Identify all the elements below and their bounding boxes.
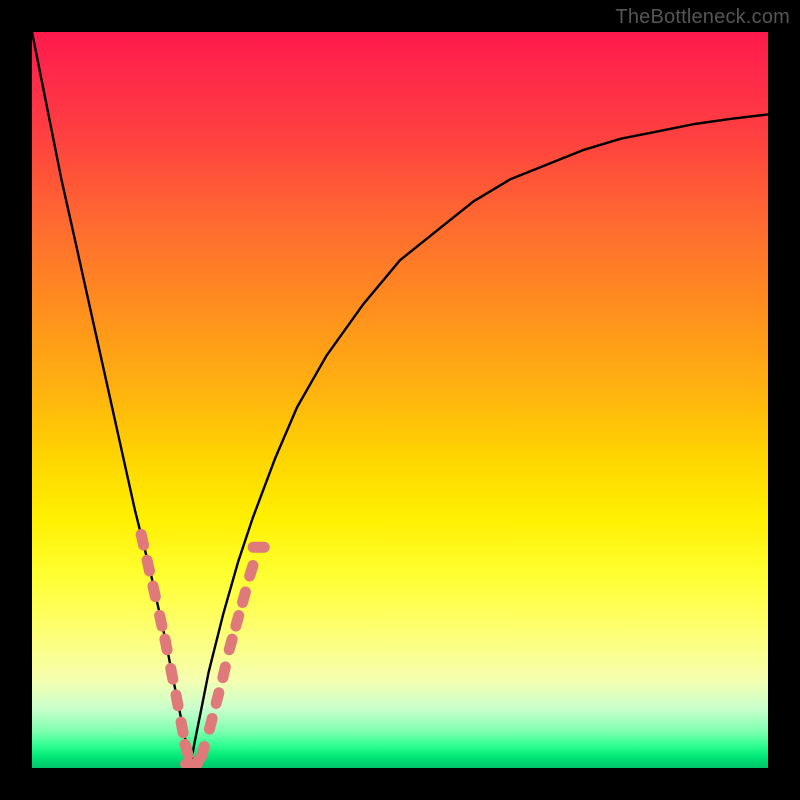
curve-marker bbox=[146, 579, 162, 603]
curve-marker bbox=[153, 609, 168, 633]
curve-marker bbox=[175, 716, 190, 740]
curve-marker bbox=[158, 633, 173, 657]
curve-marker bbox=[209, 686, 225, 710]
curve-marker bbox=[164, 662, 179, 686]
chart-svg bbox=[32, 32, 768, 768]
curve-marker bbox=[248, 542, 270, 553]
curve-marker bbox=[243, 559, 260, 583]
marker-layer bbox=[135, 528, 270, 768]
curve-marker bbox=[203, 712, 219, 736]
curve-marker bbox=[170, 688, 185, 712]
curve-marker bbox=[236, 585, 252, 609]
curve-marker bbox=[216, 660, 232, 684]
curve-marker bbox=[229, 609, 246, 633]
curve-layer bbox=[32, 32, 768, 768]
watermark-text: TheBottleneck.com bbox=[615, 6, 790, 29]
curve-marker bbox=[194, 740, 211, 764]
curve-marker bbox=[135, 528, 151, 552]
bottleneck-curve-path bbox=[32, 32, 768, 768]
curve-marker bbox=[140, 554, 156, 578]
plot-area bbox=[32, 32, 768, 768]
curve-marker bbox=[222, 632, 239, 656]
chart-frame: TheBottleneck.com bbox=[0, 0, 800, 800]
